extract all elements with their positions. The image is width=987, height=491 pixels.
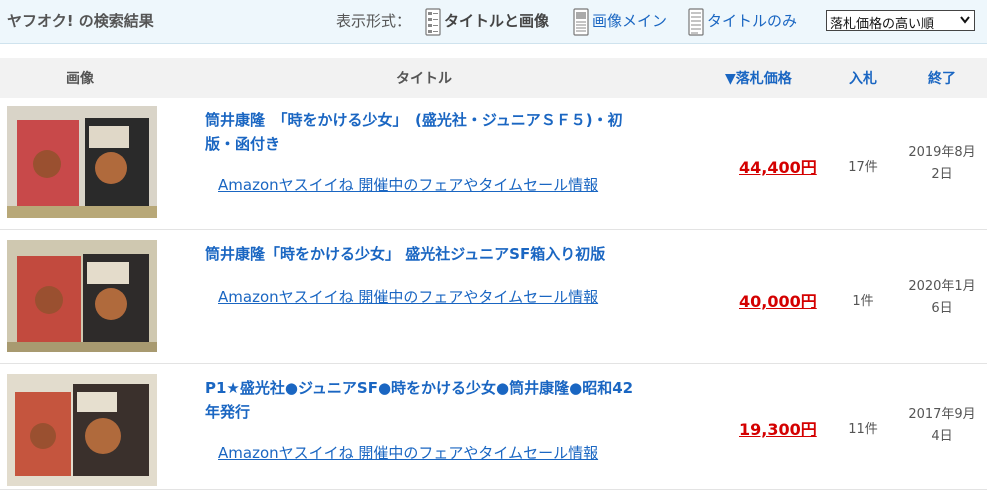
page-title: ヤフオク! の検索結果 bbox=[7, 12, 154, 30]
table-row: 筒井康隆「時をかける少女」 盛光社ジュニアSF箱入り初版 Amazonヤスイイね… bbox=[0, 230, 987, 364]
chevron-down-icon bbox=[960, 16, 970, 24]
item-bid-count: 1件 bbox=[852, 294, 874, 309]
view-format-label: 表示形式： bbox=[336, 12, 412, 30]
sort-selected-value: 落札価格の高い順 bbox=[830, 17, 935, 31]
end-date-line: 2020年1月 bbox=[908, 279, 976, 294]
view-option-label: タイトルと画像 bbox=[444, 12, 550, 30]
amazon-promo-link[interactable]: Amazonヤスイイね 開催中のフェアやタイムセール情報 bbox=[218, 442, 598, 463]
search-results-header: ヤフオク! の検索結果 表示形式： タイトルと画像 画像メイン タイトルのみ 落… bbox=[0, 0, 987, 44]
item-thumbnail[interactable] bbox=[7, 240, 157, 352]
column-header-bids-sort[interactable]: 入札 bbox=[849, 68, 877, 88]
view-option-label: 画像メイン bbox=[592, 12, 668, 30]
column-header-image: 画像 bbox=[66, 71, 94, 87]
item-title-line: 年発行 bbox=[205, 403, 251, 421]
column-header-end-sort[interactable]: 終了 bbox=[928, 68, 956, 88]
item-title-link[interactable]: 筒井康隆 「時をかける少女」 (盛光社・ジュニアＳＦ５)・初 版・函付き bbox=[205, 108, 695, 156]
amazon-promo-link[interactable]: Amazonヤスイイね 開催中のフェアやタイムセール情報 bbox=[218, 286, 598, 307]
item-end-date: 2019年8月 2日 bbox=[900, 142, 984, 186]
list-view-icon bbox=[425, 8, 441, 36]
item-end-date: 2020年1月 6日 bbox=[900, 276, 984, 320]
item-title-line: 筒井康隆 「時をかける少女」 (盛光社・ジュニアＳＦ５)・初 bbox=[205, 111, 623, 129]
item-price[interactable]: 40,000円 bbox=[739, 288, 817, 312]
end-date-line: 2017年9月 bbox=[908, 407, 976, 422]
sort-order-select[interactable]: 落札価格の高い順 bbox=[826, 10, 975, 31]
end-date-line: 6日 bbox=[931, 301, 953, 316]
view-option-title-only[interactable]: タイトルのみ bbox=[688, 8, 797, 38]
item-title-line: 版・函付き bbox=[205, 135, 281, 153]
item-bid-count: 17件 bbox=[848, 160, 878, 175]
text-view-icon bbox=[688, 8, 704, 36]
item-title-link[interactable]: 筒井康隆「時をかける少女」 盛光社ジュニアSF箱入り初版 bbox=[205, 242, 695, 266]
item-price[interactable]: 19,300円 bbox=[739, 416, 817, 440]
item-title-line: P1★盛光社●ジュニアSF●時をかける少女●筒井康隆●昭和42 bbox=[205, 379, 634, 397]
column-header-price-sort[interactable]: ▼落札価格 bbox=[725, 68, 792, 88]
table-row: P1★盛光社●ジュニアSF●時をかける少女●筒井康隆●昭和42 年発行 Amaz… bbox=[0, 364, 987, 490]
amazon-promo-link[interactable]: Amazonヤスイイね 開催中のフェアやタイムセール情報 bbox=[218, 174, 598, 195]
item-end-date: 2017年9月 4日 bbox=[900, 404, 984, 448]
end-date-line: 2日 bbox=[931, 167, 953, 182]
end-date-line: 2019年8月 bbox=[908, 145, 976, 160]
item-thumbnail[interactable] bbox=[7, 106, 157, 218]
table-row: 筒井康隆 「時をかける少女」 (盛光社・ジュニアＳＦ５)・初 版・函付き Ama… bbox=[0, 98, 987, 230]
item-bid-count: 11件 bbox=[848, 422, 878, 437]
item-thumbnail[interactable] bbox=[7, 374, 157, 486]
view-option-title-and-image[interactable]: タイトルと画像 bbox=[425, 8, 549, 38]
results-table-header: 画像 タイトル ▼落札価格 入札 終了 bbox=[0, 58, 987, 98]
view-option-label: タイトルのみ bbox=[707, 12, 798, 30]
item-title-line: 筒井康隆「時をかける少女」 盛光社ジュニアSF箱入り初版 bbox=[205, 245, 606, 263]
image-view-icon bbox=[573, 8, 589, 36]
view-option-image-main[interactable]: 画像メイン bbox=[573, 8, 667, 38]
item-price[interactable]: 44,400円 bbox=[739, 154, 817, 178]
item-title-link[interactable]: P1★盛光社●ジュニアSF●時をかける少女●筒井康隆●昭和42 年発行 bbox=[205, 376, 695, 424]
column-header-title: タイトル bbox=[396, 71, 452, 87]
end-date-line: 4日 bbox=[931, 429, 953, 444]
